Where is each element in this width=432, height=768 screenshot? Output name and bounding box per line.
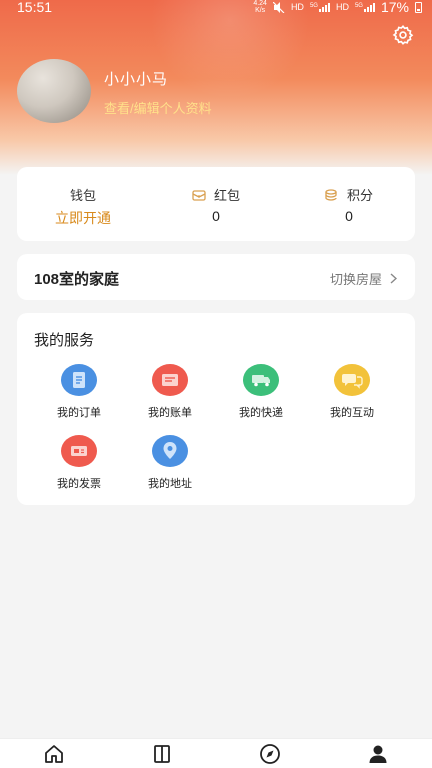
network-label-2: HD	[335, 2, 349, 12]
switch-house-button[interactable]: 切换房屋	[330, 269, 397, 288]
compass-icon	[260, 744, 280, 764]
gen-label-1: 5G	[309, 2, 318, 9]
services-card: 我的服务 我的订单 我的账单 我的快递 我的互动 我的发票 我的地址	[17, 313, 415, 505]
profile-icon	[369, 745, 387, 763]
tab-home[interactable]	[42, 743, 66, 765]
status-time: 15:51	[17, 0, 53, 15]
service-orders-label: 我的订单	[57, 407, 101, 419]
bottom-tab-bar	[0, 738, 432, 768]
tab-book[interactable]	[150, 743, 174, 765]
red-packet-icon	[192, 189, 206, 201]
service-invoices[interactable]: 我的发票	[44, 435, 114, 491]
location-pin-icon	[152, 435, 188, 467]
service-delivery[interactable]: 我的快递	[226, 364, 296, 420]
service-bills-label: 我的账单	[148, 407, 192, 419]
tab-discover[interactable]	[258, 743, 282, 765]
chat-bubbles-icon	[334, 364, 370, 396]
service-address[interactable]: 我的地址	[135, 435, 205, 491]
home-icon	[45, 745, 63, 763]
service-invoices-label: 我的发票	[57, 478, 101, 490]
points-label: 积分	[346, 188, 373, 203]
status-bar: 15:51 4.24 K/s HD 5G HD 5G 17%	[0, 0, 432, 15]
bill-icon	[152, 364, 188, 396]
service-address-label: 我的地址	[148, 478, 192, 490]
switch-house-label: 切换房屋	[329, 272, 382, 287]
points-column[interactable]: 积分 0	[283, 167, 415, 241]
service-interaction[interactable]: 我的互动	[317, 364, 387, 420]
avatar[interactable]	[17, 59, 91, 123]
signal-icon-2: 5G	[354, 2, 375, 12]
signal-icon: 5G	[309, 2, 330, 12]
wallet-column[interactable]: 钱包 立即开通	[17, 167, 149, 241]
delivery-truck-icon	[243, 364, 279, 396]
edit-profile-link[interactable]: 查看/编辑个人资料	[104, 98, 212, 117]
network-speed-value: 4.24	[253, 0, 267, 7]
wallet-activate-value: 立即开通	[55, 210, 111, 226]
invoice-icon	[61, 435, 97, 467]
wallet-label: 钱包	[69, 188, 96, 203]
service-delivery-label: 我的快递	[239, 407, 283, 419]
house-card[interactable]: 108室的家庭 切换房屋	[17, 254, 415, 300]
network-label-1: HD	[290, 2, 304, 12]
status-indicators: 4.24 K/s HD 5G HD 5G 17%	[253, 0, 422, 15]
chevron-right-icon	[390, 273, 397, 284]
service-interaction-label: 我的互动	[330, 407, 374, 419]
mute-icon	[272, 1, 285, 13]
order-icon	[61, 364, 97, 396]
username: 小小小马	[104, 71, 169, 88]
red-packet-value: 0	[212, 208, 220, 224]
book-icon	[154, 745, 170, 763]
wallet-card: 钱包 立即开通 红包 0 积分 0	[17, 167, 415, 241]
red-packet-label: 红包	[213, 188, 240, 203]
services-title: 我的服务	[34, 332, 95, 349]
tab-profile[interactable]	[366, 743, 390, 765]
gen-label-2: 5G	[354, 2, 363, 9]
service-orders[interactable]: 我的订单	[44, 364, 114, 420]
points-value: 0	[345, 208, 353, 224]
settings-gear-icon[interactable]	[392, 24, 414, 46]
red-packet-column[interactable]: 红包 0	[150, 167, 282, 241]
service-bills[interactable]: 我的账单	[135, 364, 205, 420]
network-speed: 4.24 K/s	[253, 0, 267, 14]
network-speed-unit: K/s	[255, 7, 266, 14]
header-glow	[150, 0, 310, 100]
house-title: 108室的家庭	[34, 271, 120, 288]
points-coins-icon	[325, 188, 337, 201]
battery-percent: 17%	[380, 0, 409, 15]
battery-icon	[415, 1, 422, 13]
